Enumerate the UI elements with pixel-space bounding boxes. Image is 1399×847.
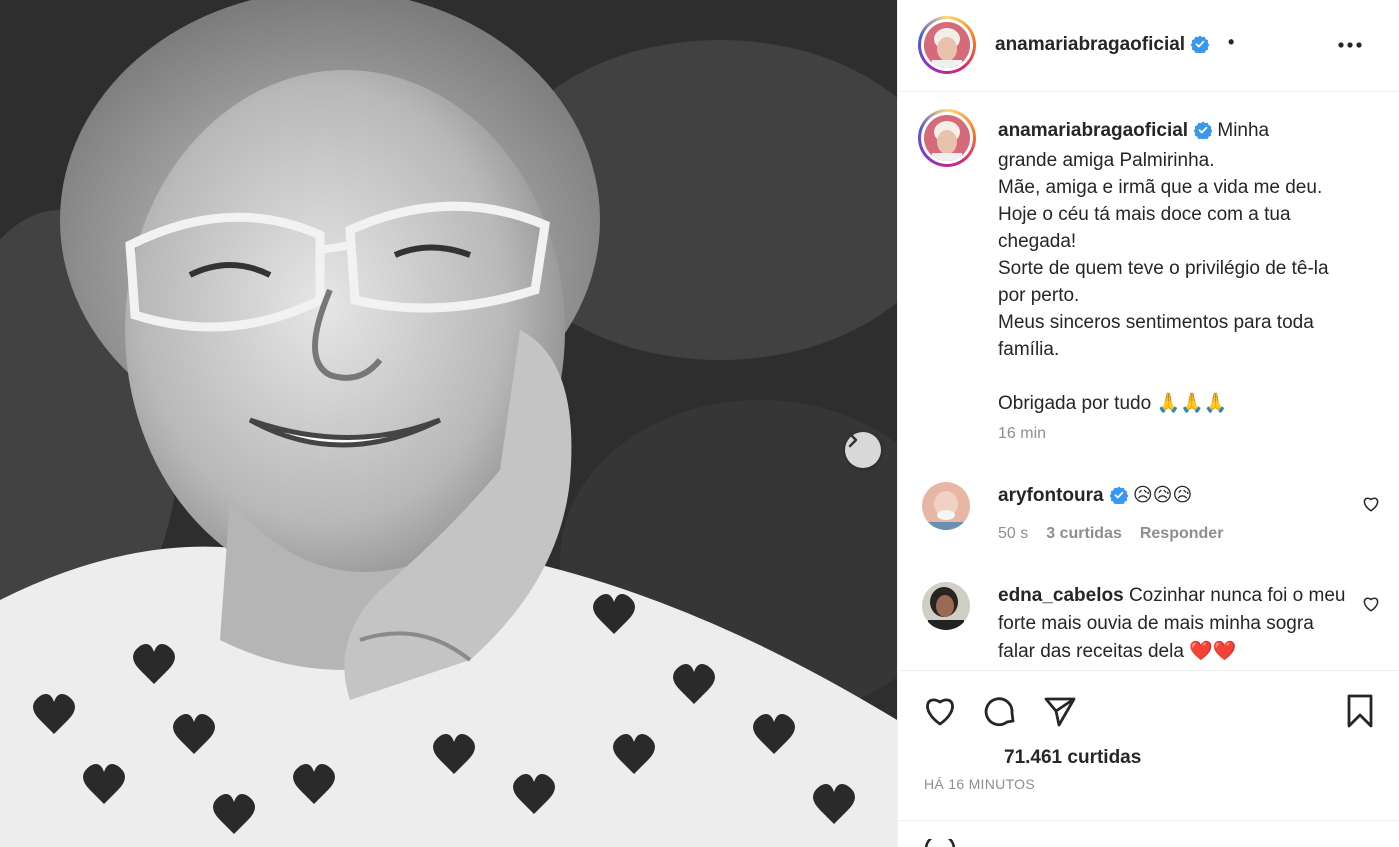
comment-text: aryfontoura 😥😥😥: [998, 482, 1348, 513]
reply-button[interactable]: Responder: [1140, 525, 1224, 543]
verified-badge-icon: [1190, 35, 1210, 59]
comment-bubble-icon: [984, 697, 1015, 727]
comment-button[interactable]: [980, 691, 1020, 731]
share-button[interactable]: [1040, 691, 1080, 731]
commenter-avatar-image: [922, 482, 970, 530]
commenter-avatar[interactable]: [922, 482, 970, 530]
author-username[interactable]: anamariabragaoficial: [995, 34, 1210, 59]
author-avatar[interactable]: [918, 16, 976, 74]
post-header: anamariabragaoficial •: [898, 0, 1399, 92]
post-side-panel: anamariabragaoficial • anamariabragaofic…: [897, 0, 1399, 847]
like-button[interactable]: [920, 691, 960, 731]
commenter-avatar-image: [922, 582, 970, 630]
more-icon: [1338, 42, 1362, 48]
caption-author-avatar[interactable]: [918, 109, 976, 167]
comment-body: 😥😥😥: [1132, 485, 1193, 506]
heart-outline-icon: [1363, 597, 1379, 612]
heart-icon: [926, 698, 954, 726]
post-photo[interactable]: [0, 0, 897, 847]
post-timestamp[interactable]: HÁ 16 MINUTOS: [924, 776, 1035, 792]
bookmark-icon: [1347, 694, 1373, 728]
heart-outline-icon: [1363, 497, 1379, 512]
comment-timestamp[interactable]: 50 s: [998, 525, 1028, 543]
add-comment-section: [898, 820, 1399, 847]
comment-text: edna_cabelos Cozinhar nunca foi o meu fo…: [998, 582, 1348, 666]
caption-body: Minha grande amiga Palmirinha. Mãe, amig…: [998, 120, 1329, 414]
comment-like-button[interactable]: [1362, 495, 1382, 515]
comment-meta: 50 s 3 curtidas Responder: [998, 525, 1223, 543]
next-photo-button[interactable]: [845, 432, 881, 468]
photo-illustration: [0, 0, 897, 847]
comment-like-button[interactable]: [1362, 595, 1382, 615]
paper-plane-icon: [1044, 697, 1076, 727]
verified-badge-icon: [1193, 120, 1213, 147]
save-button[interactable]: [1340, 691, 1380, 731]
likes-count[interactable]: 71.461 curtidas: [1004, 747, 1141, 769]
caption-timestamp[interactable]: 16 min: [998, 425, 1046, 443]
caption-text: anamariabragaoficial Minha grande amiga …: [998, 117, 1358, 417]
commenter-avatar[interactable]: [922, 582, 970, 630]
verified-badge-icon: [1109, 485, 1128, 513]
comment-username[interactable]: edna_cabelos: [998, 585, 1124, 606]
more-options-button[interactable]: [1335, 30, 1365, 60]
comment-username[interactable]: aryfontoura: [998, 485, 1104, 506]
caption-username[interactable]: anamariabragaoficial: [998, 120, 1188, 141]
emoji-icon[interactable]: [922, 839, 958, 847]
comment-likes[interactable]: 3 curtidas: [1046, 525, 1122, 543]
chevron-right-icon: [848, 432, 858, 448]
post-actions: 71.461 curtidas HÁ 16 MINUTOS: [898, 670, 1399, 820]
caption-avatar-image: [924, 115, 970, 161]
header-separator: •: [1228, 32, 1235, 52]
author-avatar-image: [924, 22, 970, 68]
